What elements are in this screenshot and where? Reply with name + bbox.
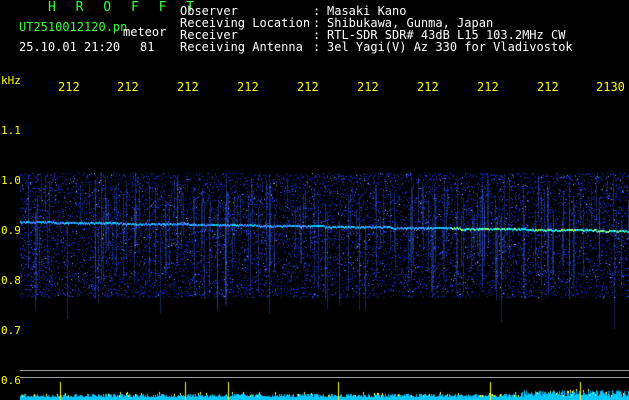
x-tick-2: 212 bbox=[117, 80, 139, 94]
x-tick-4: 212 bbox=[237, 80, 259, 94]
x-tick-5: 212 bbox=[297, 80, 319, 94]
date-time: 25.10.01 21:20 bbox=[19, 40, 121, 54]
x-tick-10: 2130 bbox=[596, 80, 625, 94]
antenna-value: 3el Yagi(V) Az 330 for Vladivostok bbox=[327, 40, 573, 54]
y-tick-0-7: 0.7 bbox=[1, 324, 21, 337]
antenna-label: Receiving Antenna bbox=[180, 40, 303, 54]
spectrogram-canvas bbox=[20, 103, 629, 400]
y-axis-unit: kHz bbox=[1, 74, 21, 87]
file-name: UT2510012120.pn bbox=[19, 20, 128, 34]
y-tick-0-8: 0.8 bbox=[1, 274, 21, 287]
y-tick-0-9: 0.9 bbox=[1, 224, 21, 237]
x-tick-9: 212 bbox=[537, 80, 559, 94]
y-tick-0-6: 0.6 bbox=[1, 374, 21, 387]
antenna-sep: : bbox=[313, 40, 321, 54]
detection-count: 81 bbox=[140, 40, 155, 54]
y-tick-1-0: 1.0 bbox=[1, 174, 21, 187]
app-title: H R O F F T bbox=[48, 0, 201, 15]
x-tick-1: 212 bbox=[58, 80, 80, 94]
upper-frame-line bbox=[20, 370, 629, 371]
lower-frame-line bbox=[20, 377, 629, 378]
x-tick-7: 212 bbox=[417, 80, 439, 94]
x-tick-8: 212 bbox=[477, 80, 499, 94]
y-tick-1-1: 1.1 bbox=[1, 124, 21, 137]
x-tick-3: 212 bbox=[177, 80, 199, 94]
x-tick-6: 212 bbox=[357, 80, 379, 94]
mode-label: meteor bbox=[123, 25, 167, 39]
